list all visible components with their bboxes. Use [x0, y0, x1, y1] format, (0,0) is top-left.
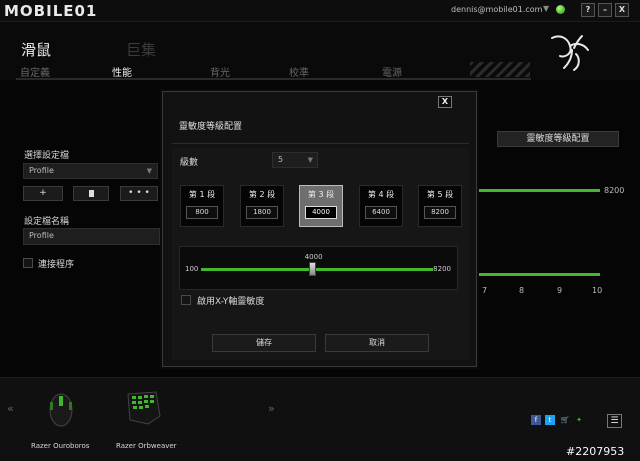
- stage-label: 第 3 段: [307, 190, 335, 199]
- link-program-checkbox[interactable]: [23, 258, 33, 268]
- slider-current-label: 4000: [304, 253, 323, 261]
- keypad-orbweaver-icon[interactable]: [118, 386, 168, 426]
- profile-dropdown[interactable]: Profile ▼: [23, 163, 158, 179]
- help-button[interactable]: ?: [581, 3, 595, 17]
- stage-value-input[interactable]: 4000: [305, 206, 337, 219]
- chevron-down-icon[interactable]: ▼: [543, 4, 549, 13]
- stage-value-input[interactable]: 1800: [246, 206, 278, 219]
- device-name: Razer Ouroboros: [31, 442, 90, 450]
- delete-profile-button[interactable]: [73, 186, 109, 201]
- link-program-label: 連接程序: [38, 260, 75, 270]
- polling-tick: 10: [592, 286, 603, 295]
- subtab-performance[interactable]: 性能: [112, 64, 132, 79]
- levels-dropdown[interactable]: 5 ▼: [272, 152, 318, 168]
- stage-label: 第 1 段: [188, 190, 216, 199]
- stage-value-input[interactable]: 8200: [424, 206, 456, 219]
- twitter-icon[interactable]: t: [545, 415, 555, 425]
- save-button[interactable]: 儲存: [212, 334, 316, 352]
- facebook-icon[interactable]: f: [531, 415, 541, 425]
- sensitivity-dialog: X 靈敏度等級配置: [162, 91, 477, 367]
- profile-dropdown-value: Profile: [29, 166, 54, 175]
- polling-tick: 7: [482, 286, 488, 295]
- device-name: Razer Orbweaver: [116, 442, 177, 450]
- xy-sensitivity-checkbox[interactable]: [181, 295, 191, 305]
- slider-max-label: 8200: [433, 265, 451, 273]
- decorative-stripes: [470, 62, 530, 77]
- tab-macro[interactable]: 巨集: [126, 39, 156, 60]
- subtab-lighting[interactable]: 背光: [210, 64, 230, 79]
- stage-card[interactable]: 第 5 段 8200: [418, 185, 462, 227]
- stage-label: 第 2 段: [248, 190, 276, 199]
- subtab-power[interactable]: 電源: [382, 64, 402, 79]
- stage-value-input[interactable]: 6400: [365, 206, 397, 219]
- menu-button[interactable]: ☰: [607, 414, 622, 428]
- device-bar: [0, 377, 640, 461]
- app-logo: MOBILE01: [4, 2, 98, 20]
- sensitivity-slider-box: 100 4000 8200: [179, 246, 458, 290]
- chevron-down-icon: ▼: [307, 156, 313, 164]
- slider-min-label: 100: [185, 265, 199, 273]
- razer-logo-icon: [551, 35, 589, 71]
- dialog-close-button[interactable]: X: [438, 96, 452, 108]
- chevron-right-icon[interactable]: »: [268, 402, 275, 415]
- sub-tabs: 自定義 性能 背光 校準 電源: [16, 63, 536, 79]
- chevron-down-icon: ▼: [146, 167, 152, 175]
- polling-slider-track[interactable]: [478, 273, 600, 276]
- polling-tick: 8: [519, 286, 525, 295]
- title-bar: MOBILE01 dennis@mobile01.com ▼ ? – X: [0, 0, 640, 22]
- slider-thumb[interactable]: [308, 262, 316, 276]
- cart-icon[interactable]: 🛒: [560, 415, 570, 425]
- stage-label: 第 4 段: [367, 190, 395, 199]
- levels-dropdown-value: 5: [278, 155, 284, 164]
- stage-card[interactable]: 第 2 段 1800: [240, 185, 284, 227]
- more-options-button[interactable]: • • •: [120, 186, 158, 201]
- sensitivity-slider-track[interactable]: [478, 189, 600, 192]
- online-status-icon: [556, 5, 565, 14]
- polling-tick: 9: [557, 286, 563, 295]
- levels-label: 級數: [180, 158, 199, 168]
- xy-sensitivity-label: 啟用X-Y軸靈敏度: [197, 297, 265, 307]
- sensitivity-slider-track[interactable]: [201, 268, 433, 271]
- minimize-button[interactable]: –: [598, 3, 612, 17]
- sensitivity-max-label: 8200: [604, 186, 625, 195]
- stage-card-active[interactable]: 第 3 段 4000: [299, 185, 343, 227]
- profile-name-label: 設定檔名稱: [24, 217, 70, 227]
- subtab-calibration[interactable]: 校準: [289, 64, 309, 79]
- cancel-button[interactable]: 取消: [325, 334, 429, 352]
- add-profile-button[interactable]: +: [23, 186, 63, 201]
- dialog-divider: [172, 143, 469, 144]
- stage-label: 第 5 段: [426, 190, 454, 199]
- dialog-title: 靈敏度等級配置: [179, 122, 243, 132]
- subtab-customize[interactable]: 自定義: [20, 64, 50, 79]
- chevron-left-icon[interactable]: «: [7, 402, 14, 415]
- watermark: #2207953: [566, 445, 625, 458]
- close-button[interactable]: X: [615, 3, 629, 17]
- sensitivity-config-button[interactable]: 靈敏度等級配置: [497, 131, 619, 147]
- profile-select-label: 選擇設定檔: [24, 151, 70, 161]
- mouse-ouroboros-icon[interactable]: [36, 388, 86, 428]
- user-email[interactable]: dennis@mobile01.com: [451, 5, 542, 14]
- stage-card[interactable]: 第 4 段 6400: [359, 185, 403, 227]
- stage-card[interactable]: 第 1 段 800: [180, 185, 224, 227]
- tab-mouse[interactable]: 滑鼠: [21, 39, 51, 60]
- trash-icon: [88, 190, 94, 197]
- stage-value-input[interactable]: 800: [186, 206, 218, 219]
- subtab-underline: [16, 78, 531, 80]
- razer-small-icon[interactable]: ✦: [574, 415, 584, 425]
- profile-name-input[interactable]: Profile: [23, 228, 160, 245]
